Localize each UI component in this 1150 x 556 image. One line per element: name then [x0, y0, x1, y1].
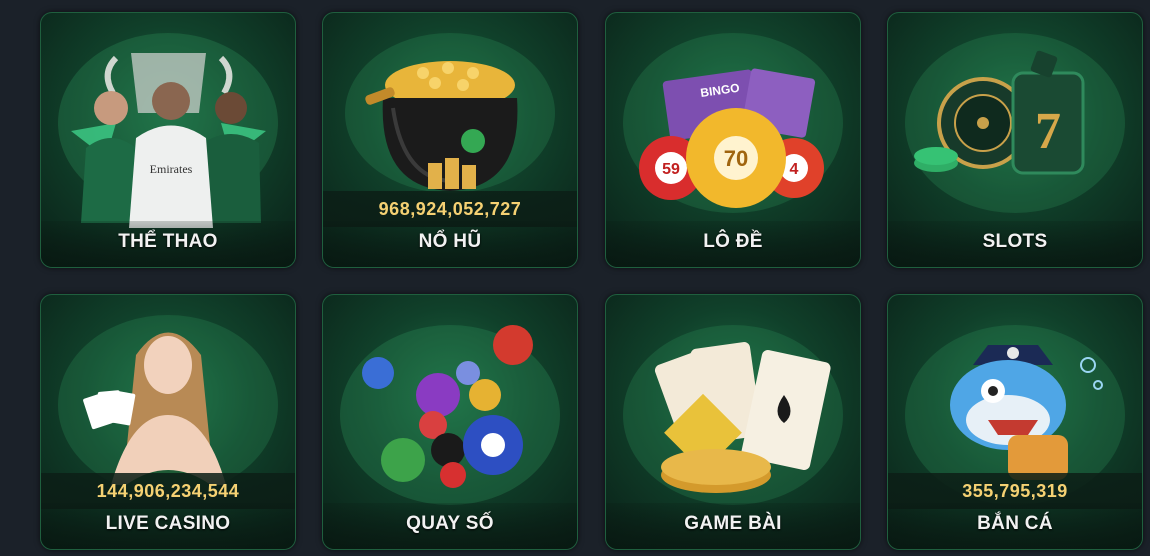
ball-59: 59 — [662, 161, 680, 178]
game-card-the-thao[interactable]: Emirates THỂ THAO — [40, 12, 296, 268]
ball-70: 70 — [724, 146, 748, 171]
game-label: QUAY SỐ — [323, 503, 577, 549]
game-card-slots[interactable]: 7 SLOTS — [887, 12, 1143, 268]
game-label: THỂ THAO — [41, 221, 295, 267]
game-label: GAME BÀI — [606, 503, 860, 549]
game-label: NỔ HŨ — [323, 221, 577, 267]
game-label: LÔ ĐỀ — [606, 221, 860, 267]
game-label: SLOTS — [888, 221, 1142, 267]
game-card-ban-ca[interactable]: 355,795,319 BẮN CÁ — [887, 294, 1143, 550]
slot-seven: 7 — [1035, 103, 1061, 160]
jersey-text: Emirates — [150, 162, 193, 176]
game-card-game-bai[interactable]: GAME BÀI — [605, 294, 861, 550]
ball-4: 4 — [790, 161, 799, 178]
game-card-quay-so[interactable]: QUAY SỐ — [322, 294, 578, 550]
game-card-lo-de[interactable]: BINGO 59 4 70 LÔ ĐỀ — [605, 12, 861, 268]
game-label: BẮN CÁ — [888, 503, 1142, 549]
game-card-no-hu[interactable]: 968,924,052,727 NỔ HŨ — [322, 12, 578, 268]
game-label: LIVE CASINO — [41, 503, 295, 549]
game-card-live-casino[interactable]: 144,906,234,544 LIVE CASINO — [40, 294, 296, 550]
